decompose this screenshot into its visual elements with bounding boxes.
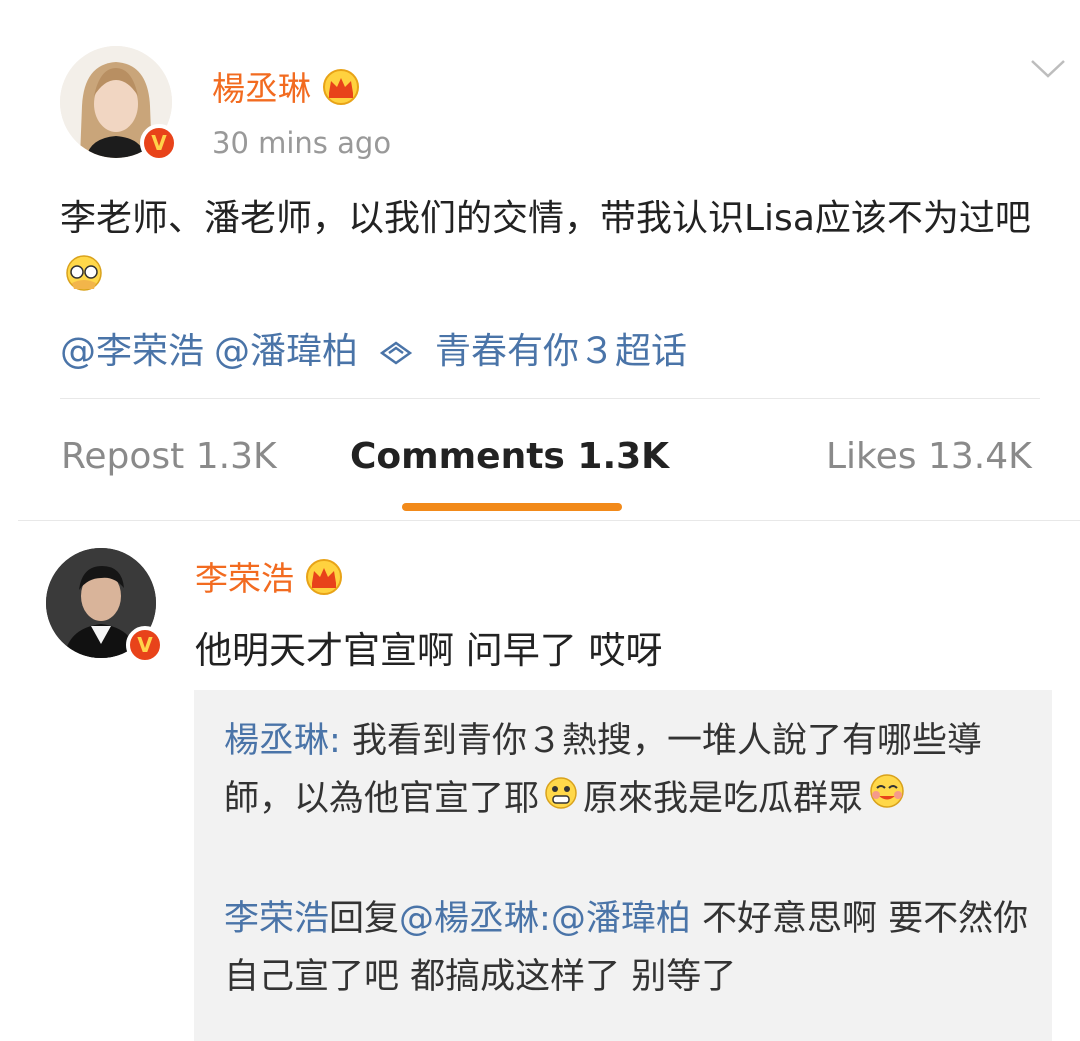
tabs-divider (18, 520, 1080, 521)
verified-icon: V (140, 124, 178, 162)
comment-avatar[interactable]: V (46, 548, 164, 664)
topic-label: 青春有你３超话 (434, 331, 687, 372)
post-links: @李荣浩 @潘瑋柏 青春有你３超话 (60, 322, 707, 374)
reply-verb: 回复 (329, 899, 400, 939)
reply-item: 李荣浩回复@楊丞琳:@潘瑋柏 不好意思啊 要不然你自己宣了吧 都搞成这样了 别等… (224, 890, 1034, 1006)
shocked-emoji (543, 771, 579, 829)
tab-comments[interactable]: Comments 1.3K (350, 436, 669, 477)
mention-pan[interactable]: @潘瑋柏 (214, 331, 358, 372)
topic-link[interactable]: 青春有你３超话 (368, 331, 697, 372)
post-divider (60, 398, 1040, 399)
reply-text-b: 原來我是吃瓜群眾 (583, 779, 864, 819)
crown-icon (304, 558, 344, 603)
reply-thread[interactable]: 楊丞琳: 我看到青你３熱搜，一堆人說了有哪些導師，以為他官宣了耶 原來我是吃瓜群… (194, 690, 1052, 1041)
post-text: 李老师、潘老师，以我们的交情，带我认识Lisa应该不为过吧 (60, 188, 1040, 313)
post-author-name[interactable]: 楊丞琳 (212, 62, 361, 113)
author-avatar[interactable]: V (60, 46, 178, 162)
post-time: 30 mins ago (212, 126, 392, 160)
comment-author-name[interactable]: 李荣浩 (195, 552, 344, 603)
reply-separator: : (329, 721, 352, 761)
post-text-content: 李老师、潘老师，以我们的交情，带我认识Lisa应该不为过吧 (60, 198, 1031, 239)
crown-icon (321, 68, 361, 113)
drooling-emoji (867, 771, 907, 829)
post-author-label: 楊丞琳 (212, 69, 311, 108)
reply-author[interactable]: 楊丞琳 (224, 721, 329, 761)
reply-author[interactable]: 李荣浩 (224, 899, 329, 939)
tab-likes[interactable]: Likes 13.4K (826, 436, 1032, 477)
mention-li[interactable]: @李荣浩 (60, 331, 204, 372)
comment-text: 他明天才官宣啊 问早了 哎呀 (195, 629, 663, 672)
topic-icon (368, 331, 425, 372)
verified-icon: V (126, 626, 164, 664)
active-tab-indicator (402, 503, 622, 511)
hand-over-face-emoji (64, 251, 104, 313)
reply-target[interactable]: @楊丞琳:@潘瑋柏 (399, 899, 691, 939)
comment-author-label: 李荣浩 (195, 559, 294, 598)
tab-repost[interactable]: Repost 1.3K (61, 436, 277, 477)
chevron-down-icon[interactable] (1030, 58, 1066, 84)
reply-item: 楊丞琳: 我看到青你３熱搜，一堆人說了有哪些導師，以為他官宣了耶 原來我是吃瓜群… (224, 712, 1034, 829)
